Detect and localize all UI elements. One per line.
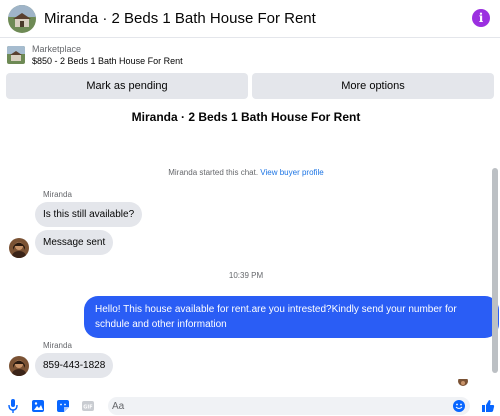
incoming-message[interactable]: 859-443-1828 bbox=[35, 353, 114, 378]
message-thread[interactable]: Miranda · 2 Beds 1 Bath House For Rent M… bbox=[0, 102, 499, 395]
thread-title: Miranda · 2 Beds 1 Bath House For Rent bbox=[131, 110, 361, 124]
scrollbar-thumb[interactable] bbox=[492, 168, 498, 373]
listing-price-title: $850 - 2 Beds 1 Bath House For Rent bbox=[32, 55, 183, 66]
photo-icon[interactable] bbox=[31, 399, 45, 413]
chat-started-text: Miranda started this chat. bbox=[168, 168, 259, 177]
listing-label: Marketplace bbox=[32, 43, 82, 54]
incoming-message[interactable]: Is this still available? bbox=[35, 202, 143, 227]
sender-name: Miranda bbox=[43, 190, 72, 199]
message-timestamp: 10:39 PM bbox=[228, 271, 264, 280]
seen-receipt-avatar bbox=[458, 376, 468, 386]
outgoing-message[interactable]: Hello! This house available for rent.are… bbox=[84, 296, 499, 338]
message-composer: GIF bbox=[0, 396, 500, 416]
chat-header: Miranda · 2 Beds 1 Bath House For Rent i bbox=[0, 0, 500, 38]
listing-avatar[interactable] bbox=[8, 4, 36, 33]
marketplace-listing[interactable]: Marketplace $850 - 2 Beds 1 Bath House F… bbox=[0, 39, 500, 71]
mark-as-pending-button[interactable]: Mark as pending bbox=[6, 73, 248, 99]
system-message: Miranda started this chat. View buyer pr… bbox=[0, 168, 492, 177]
chat-title[interactable]: Miranda · 2 Beds 1 Bath House For Rent bbox=[44, 10, 316, 27]
svg-text:GIF: GIF bbox=[83, 405, 92, 411]
listing-actions: Mark as pending More options bbox=[6, 73, 494, 99]
listing-thumbnail bbox=[7, 46, 25, 64]
gif-icon[interactable]: GIF bbox=[81, 399, 95, 413]
sender-name: Miranda bbox=[43, 341, 72, 350]
incoming-message[interactable]: Message sent bbox=[35, 230, 114, 255]
microphone-icon[interactable] bbox=[6, 399, 20, 413]
message-input[interactable] bbox=[108, 397, 470, 415]
sender-avatar[interactable] bbox=[9, 238, 29, 258]
more-options-button[interactable]: More options bbox=[252, 73, 494, 99]
info-icon[interactable]: i bbox=[472, 9, 490, 27]
view-buyer-profile-link[interactable]: View buyer profile bbox=[260, 168, 323, 177]
sticker-icon[interactable] bbox=[56, 399, 70, 413]
sender-avatar[interactable] bbox=[9, 356, 29, 376]
emoji-icon[interactable] bbox=[452, 399, 466, 413]
thread-scrollbar[interactable] bbox=[492, 102, 498, 394]
thumbs-up-icon[interactable] bbox=[481, 399, 495, 413]
